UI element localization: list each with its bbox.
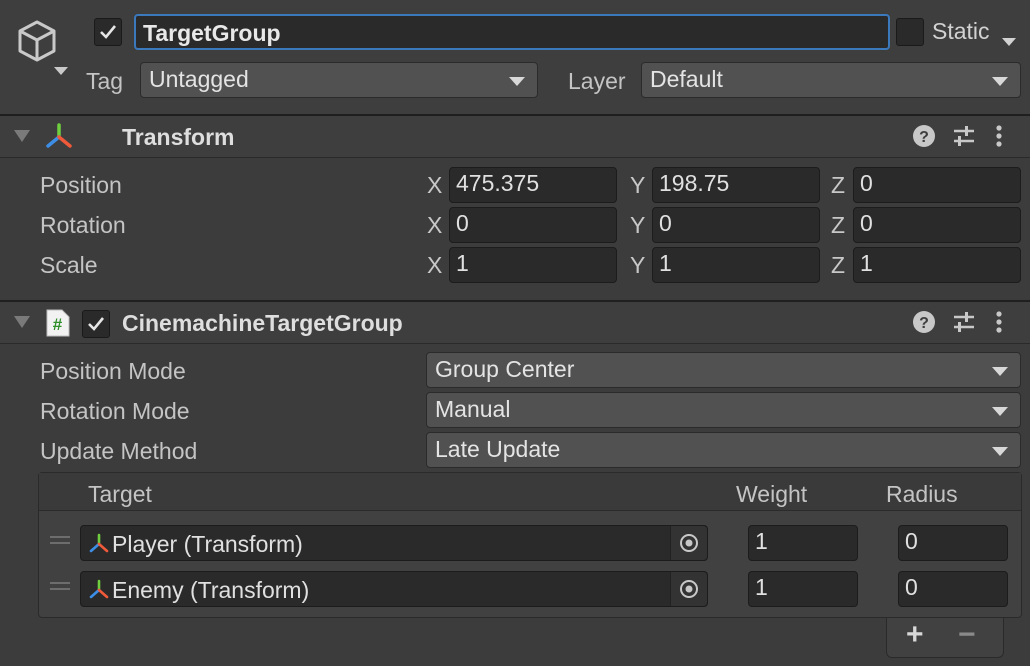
targets-list-header — [39, 473, 1021, 511]
chevron-down-icon — [992, 367, 1008, 376]
help-icon[interactable]: ? — [912, 310, 936, 340]
target-name: Enemy (Transform) — [112, 577, 310, 603]
remove-button[interactable]: − — [958, 618, 976, 652]
position-y-field[interactable]: 198.75 — [652, 167, 820, 203]
column-weight: Weight — [736, 481, 808, 507]
axis-y-label[interactable]: Y — [630, 252, 645, 279]
chevron-down-icon — [992, 407, 1008, 416]
svg-text:?: ? — [919, 315, 929, 332]
scale-x-field[interactable]: 1 — [449, 247, 617, 283]
static-checkbox[interactable] — [896, 18, 924, 46]
rotation-mode-label: Rotation Mode — [40, 398, 190, 424]
position-label: Position — [40, 172, 122, 198]
layer-dropdown[interactable]: Default — [641, 62, 1021, 98]
position-mode-label: Position Mode — [40, 358, 186, 384]
help-icon[interactable]: ? — [912, 124, 936, 154]
svg-text:?: ? — [919, 129, 929, 146]
foldout-arrow-icon[interactable] — [14, 130, 30, 142]
axis-x-label[interactable]: X — [427, 172, 442, 199]
rotation-mode-value: Manual — [435, 396, 511, 422]
column-radius: Radius — [886, 481, 958, 507]
column-target: Target — [88, 481, 152, 507]
active-checkbox[interactable] — [94, 18, 122, 46]
target-name: Player (Transform) — [112, 531, 303, 557]
axis-x-label[interactable]: X — [427, 252, 442, 279]
scale-z-field[interactable]: 1 — [853, 247, 1021, 283]
list-footer — [886, 618, 1004, 658]
component-enabled-checkbox[interactable] — [82, 310, 110, 338]
icon-dropdown-arrow-icon[interactable] — [54, 56, 68, 75]
svg-text:#: # — [53, 315, 63, 334]
layer-value: Default — [650, 66, 723, 92]
drag-handle-icon[interactable] — [50, 536, 70, 544]
axis-z-label[interactable]: Z — [831, 252, 845, 279]
presets-icon[interactable] — [952, 310, 976, 340]
tag-dropdown[interactable]: Untagged — [140, 62, 538, 98]
axis-y-label[interactable]: Y — [630, 212, 645, 239]
axis-y-label[interactable]: Y — [630, 172, 645, 199]
static-dropdown-arrow-icon[interactable] — [1002, 27, 1016, 53]
static-label[interactable]: Static — [932, 18, 990, 45]
transform-axes-icon — [88, 532, 110, 560]
tag-value: Untagged — [149, 66, 249, 92]
kebab-menu-icon[interactable] — [994, 310, 1004, 340]
scale-label: Scale — [40, 252, 98, 278]
checkmark-icon — [88, 317, 105, 331]
position-z-field[interactable]: 0 — [853, 167, 1021, 203]
chevron-down-icon — [992, 77, 1008, 86]
transform-axes-icon — [44, 122, 74, 158]
chevron-down-icon — [992, 447, 1008, 456]
rotation-y-field[interactable]: 0 — [652, 207, 820, 243]
rotation-label: Rotation — [40, 212, 126, 238]
update-method-value: Late Update — [435, 436, 561, 462]
position-mode-dropdown[interactable]: Group Center — [426, 352, 1021, 388]
axis-z-label[interactable]: Z — [831, 212, 845, 239]
radius-field[interactable]: 0 — [898, 525, 1008, 561]
axis-z-label[interactable]: Z — [831, 172, 845, 199]
foldout-arrow-icon[interactable] — [14, 316, 30, 328]
position-x-field[interactable]: 475.375 — [449, 167, 617, 203]
presets-icon[interactable] — [952, 124, 976, 154]
transform-axes-icon — [88, 578, 110, 606]
add-button[interactable]: + — [906, 618, 924, 652]
tag-label: Tag — [86, 68, 124, 94]
object-picker-button[interactable] — [670, 526, 707, 560]
rotation-mode-dropdown[interactable]: Manual — [426, 392, 1021, 428]
drag-handle-icon[interactable] — [50, 582, 70, 590]
scale-y-field[interactable]: 1 — [652, 247, 820, 283]
kebab-menu-icon[interactable] — [994, 124, 1004, 154]
checkmark-icon — [100, 25, 117, 39]
object-picker-icon — [680, 534, 698, 552]
object-picker-button[interactable] — [670, 572, 707, 606]
layer-label: Layer — [568, 68, 626, 94]
update-method-label: Update Method — [40, 438, 198, 464]
radius-field[interactable]: 0 — [898, 571, 1008, 607]
target-group-title: CinemachineTargetGroup — [122, 310, 403, 336]
update-method-dropdown[interactable]: Late Update — [426, 432, 1021, 468]
object-picker-icon — [680, 580, 698, 598]
gameobject-name-input[interactable]: TargetGroup — [134, 14, 890, 50]
transform-title: Transform — [122, 124, 235, 150]
weight-field[interactable]: 1 — [748, 525, 858, 561]
weight-field[interactable]: 1 — [748, 571, 858, 607]
chevron-down-icon — [509, 77, 525, 86]
axis-x-label[interactable]: X — [427, 212, 442, 239]
rotation-x-field[interactable]: 0 — [449, 207, 617, 243]
position-mode-value: Group Center — [435, 356, 575, 382]
csharp-script-icon: # — [46, 309, 70, 343]
rotation-z-field[interactable]: 0 — [853, 207, 1021, 243]
